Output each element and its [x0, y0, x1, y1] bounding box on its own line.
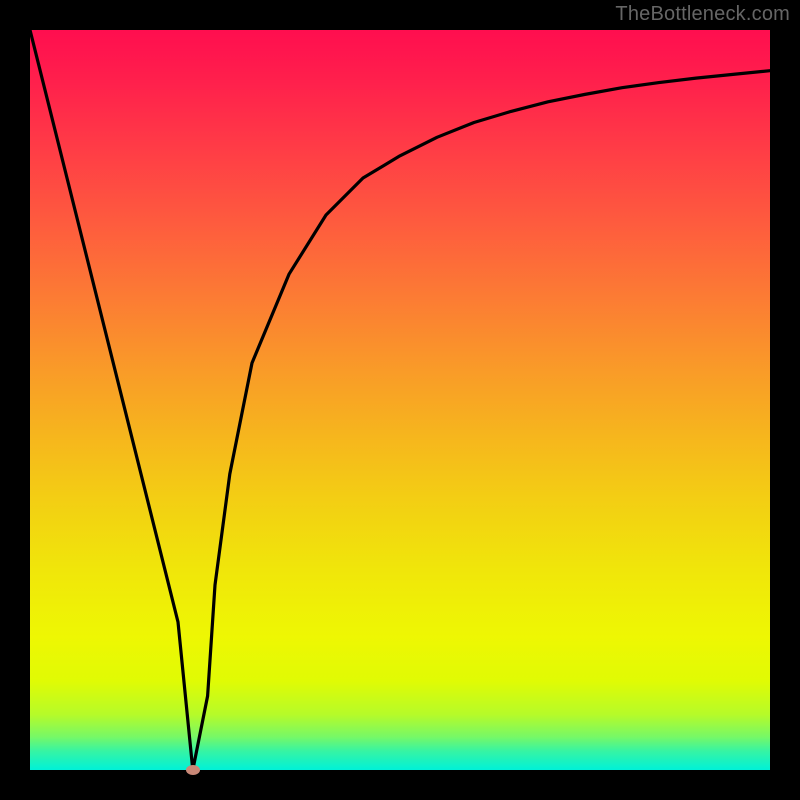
attribution-text: TheBottleneck.com — [615, 3, 790, 26]
background-gradient — [30, 30, 770, 770]
chart-frame: TheBottleneck.com — [0, 0, 800, 800]
plot-area — [30, 30, 770, 770]
optimum-marker — [186, 765, 200, 775]
